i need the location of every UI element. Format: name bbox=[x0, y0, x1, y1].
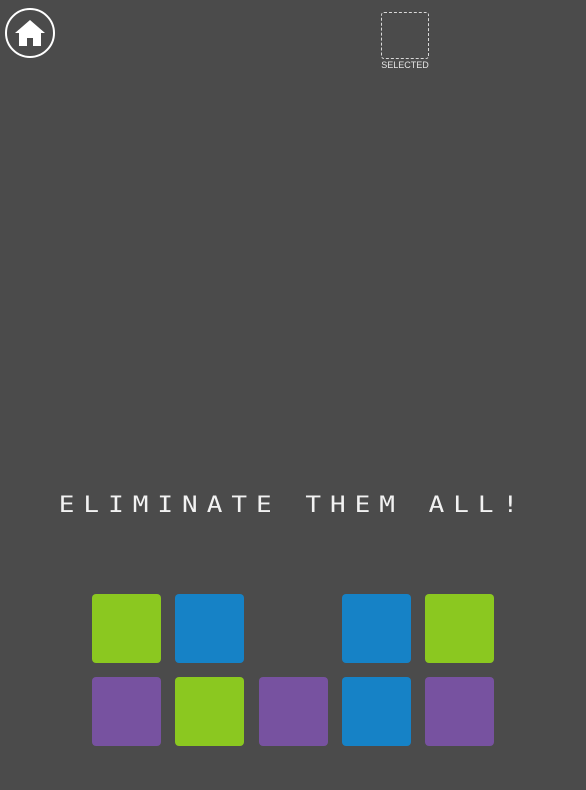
blue-tile[interactable] bbox=[175, 594, 244, 663]
tile-board bbox=[0, 0, 586, 790]
purple-tile[interactable] bbox=[425, 677, 494, 746]
green-tile[interactable] bbox=[175, 677, 244, 746]
blue-tile[interactable] bbox=[342, 594, 411, 663]
blue-tile[interactable] bbox=[342, 677, 411, 746]
purple-tile[interactable] bbox=[259, 677, 328, 746]
game-screen: SELECTED ELIMINATE THEM ALL! bbox=[0, 0, 586, 790]
green-tile[interactable] bbox=[92, 594, 161, 663]
green-tile[interactable] bbox=[425, 594, 494, 663]
purple-tile[interactable] bbox=[92, 677, 161, 746]
